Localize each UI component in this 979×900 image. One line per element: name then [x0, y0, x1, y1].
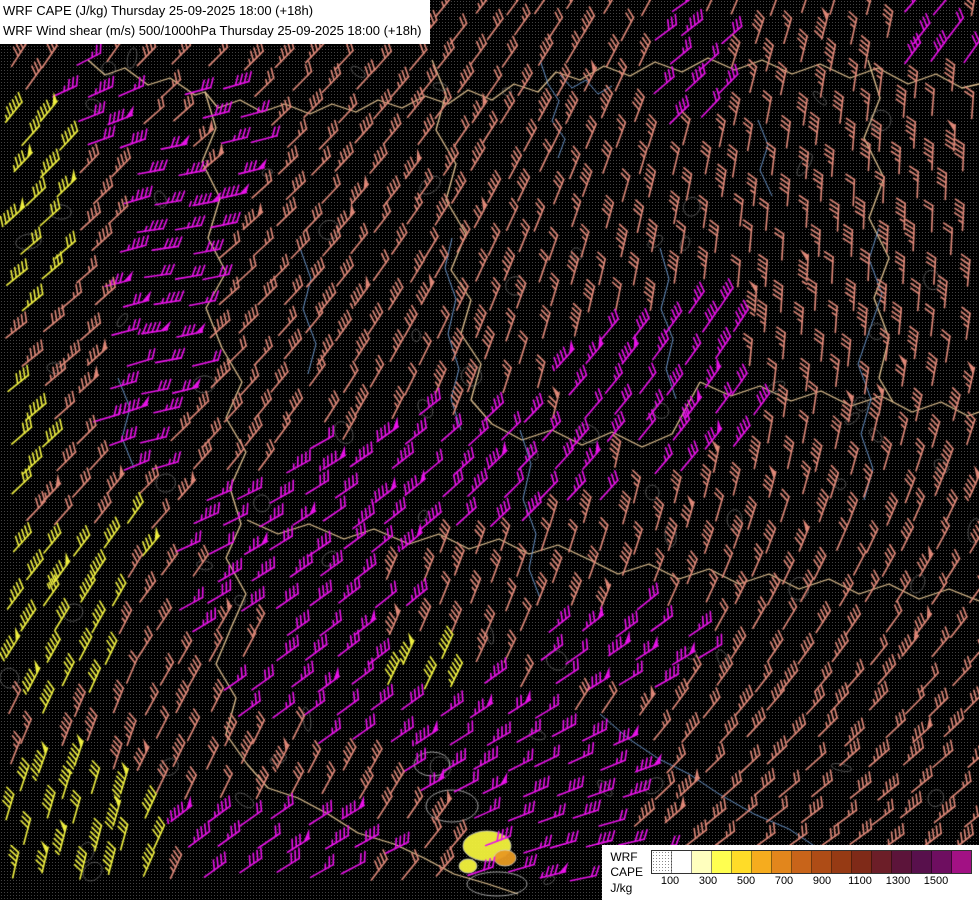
- cape-swatch: [772, 851, 792, 873]
- cape-tick-label: 700: [775, 875, 793, 887]
- model-run-header: WRF CAPE (J/kg) Thursday 25-09-2025 18:0…: [0, 0, 430, 44]
- cape-color-scale: 100 300 500 700 900 1100 1300 1500: [651, 850, 972, 888]
- cape-swatch: [652, 851, 672, 873]
- legend-info: WRF CAPE J/kg: [610, 850, 643, 897]
- title-line-shear: WRF Wind shear (m/s) 500/1000hPa Thursda…: [3, 21, 422, 41]
- title-line-cape: WRF CAPE (J/kg) Thursday 25-09-2025 18:0…: [3, 1, 422, 21]
- cape-tick-label: 1500: [924, 875, 948, 887]
- legend-model-label: WRF: [610, 850, 643, 866]
- cape-swatch: [872, 851, 892, 873]
- cape-swatch: [912, 851, 932, 873]
- cape-swatch-row: [651, 850, 972, 874]
- cape-swatch: [952, 851, 971, 873]
- cape-swatch: [932, 851, 952, 873]
- legend-param-label: CAPE: [610, 865, 643, 881]
- cape-tick-label: 900: [813, 875, 831, 887]
- weather-map: WRF CAPE (J/kg) Thursday 25-09-2025 18:0…: [0, 0, 979, 900]
- cape-swatch: [732, 851, 752, 873]
- cape-swatch: [892, 851, 912, 873]
- map-canvas: [0, 0, 979, 900]
- cape-swatch: [752, 851, 772, 873]
- cape-tick-label: 1300: [886, 875, 910, 887]
- cape-swatch: [672, 851, 692, 873]
- legend-unit-label: J/kg: [610, 881, 643, 897]
- cape-tick-label: 1100: [848, 875, 872, 887]
- cape-swatch: [832, 851, 852, 873]
- cape-tick-label: 100: [661, 875, 679, 887]
- cape-swatch: [852, 851, 872, 873]
- cape-scale-ticks: 100 300 500 700 900 1100 1300 1500: [651, 874, 957, 888]
- cape-swatch: [792, 851, 812, 873]
- cape-swatch: [712, 851, 732, 873]
- cape-tick-label: 500: [737, 875, 755, 887]
- cape-tick-label: 300: [699, 875, 717, 887]
- cape-legend: WRF CAPE J/kg 100 300 500 700 900 1100 1300 150…: [602, 845, 979, 900]
- cape-swatch: [692, 851, 712, 873]
- cape-swatch: [812, 851, 832, 873]
